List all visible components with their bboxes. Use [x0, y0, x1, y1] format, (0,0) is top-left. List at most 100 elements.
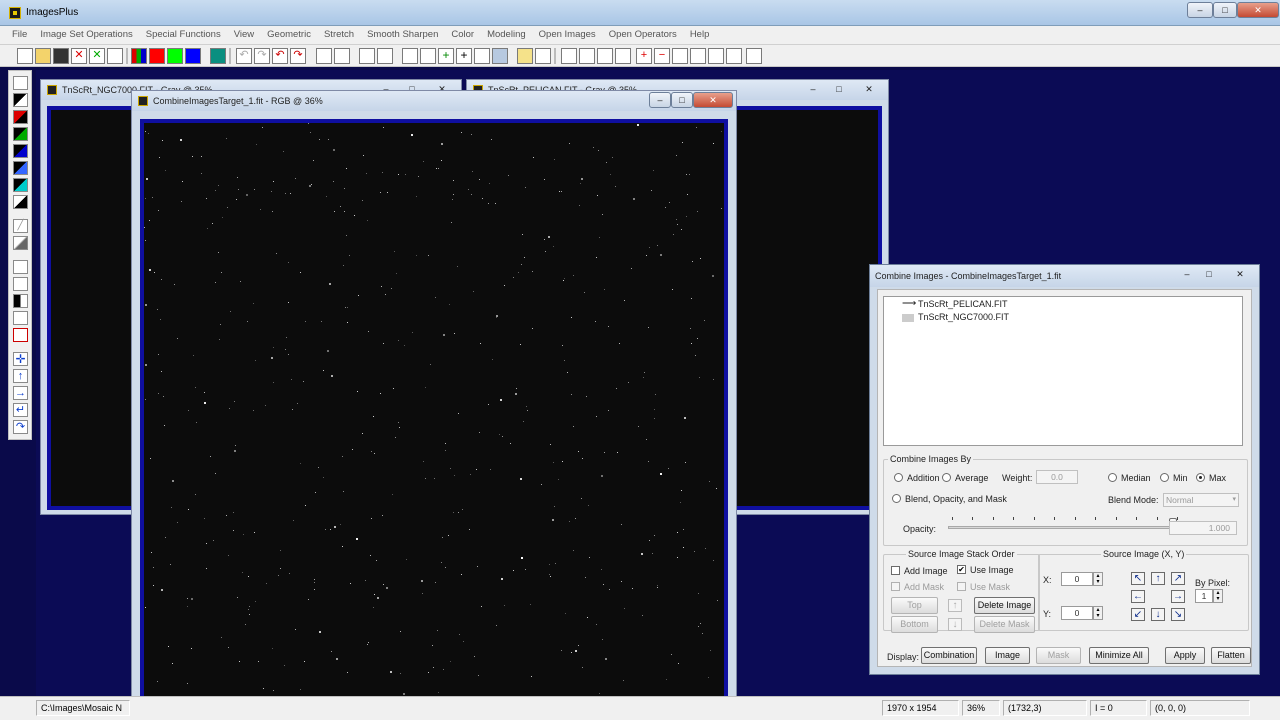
layer-mix-icon[interactable]: [13, 161, 28, 175]
print-icon[interactable]: [107, 48, 123, 64]
select-region-icon[interactable]: [13, 328, 28, 342]
red-channel-icon[interactable]: [149, 48, 165, 64]
image-window-combine-target[interactable]: CombineImagesTarget_1.fit - RGB @ 36% – …: [131, 90, 737, 712]
blue-layer-icon[interactable]: [13, 144, 28, 158]
delete-mask-button[interactable]: Delete Mask: [974, 616, 1035, 633]
addition-radio[interactable]: [894, 473, 903, 482]
flatten-button[interactable]: Flatten: [1211, 647, 1251, 664]
min-radio[interactable]: [1160, 473, 1169, 482]
y-input[interactable]: 0: [1061, 606, 1093, 620]
menu-modeling[interactable]: Modeling: [481, 26, 533, 44]
x-spinner[interactable]: ▴ ▾: [1093, 572, 1103, 586]
menu-open-operators[interactable]: Open Operators: [603, 26, 684, 44]
save-icon[interactable]: [53, 48, 69, 64]
undo-disabled-icon[interactable]: ↶: [236, 48, 252, 64]
undo-icon[interactable]: ↶: [272, 48, 288, 64]
bottom-button[interactable]: Bottom: [891, 616, 938, 633]
table-icon[interactable]: [535, 48, 551, 64]
maximize-icon[interactable]: □: [671, 92, 693, 108]
frame-1-icon[interactable]: [672, 48, 688, 64]
minimize-icon[interactable]: –: [1187, 2, 1213, 18]
frame-2-icon[interactable]: [690, 48, 706, 64]
use-image-checkbox[interactable]: ✔: [957, 565, 966, 574]
nudge-down-icon[interactable]: ↓: [1151, 608, 1165, 621]
nudge-left-icon[interactable]: ←: [1131, 590, 1145, 603]
rotate-left-icon[interactable]: ↵: [13, 403, 28, 417]
menu-special-functions[interactable]: Special Functions: [140, 26, 228, 44]
arrow-right-icon[interactable]: →: [13, 386, 28, 400]
menu-file[interactable]: File: [6, 26, 34, 44]
median-radio[interactable]: [1108, 473, 1117, 482]
nudge-up-icon[interactable]: ↑: [1151, 572, 1165, 585]
star-select-icon[interactable]: [316, 48, 332, 64]
close-icon[interactable]: ✕: [1237, 2, 1279, 18]
align-points-icon[interactable]: [377, 48, 393, 64]
delete-image-button[interactable]: Delete Image: [974, 597, 1035, 614]
rgb-channels-icon[interactable]: [131, 48, 147, 64]
tree-item-ngc7000[interactable]: TnScRt_NGC7000.FIT: [894, 312, 1009, 324]
menu-color[interactable]: Color: [445, 26, 481, 44]
y-spinner[interactable]: ▴ ▾: [1093, 606, 1103, 620]
cyan-layer-icon[interactable]: [13, 178, 28, 192]
by-pixel-spinner[interactable]: ▴ ▾: [1213, 589, 1223, 603]
invert-icon[interactable]: [13, 93, 28, 107]
minimize-all-button[interactable]: Minimize All: [1089, 647, 1149, 664]
close-icon[interactable]: ✕: [693, 92, 733, 108]
add-image-checkbox[interactable]: [891, 566, 900, 575]
tree-item-pelican[interactable]: ⟶ TnScRt_PELICAN.FIT: [894, 299, 1008, 311]
rotate-right-icon[interactable]: ↷: [13, 420, 28, 434]
zoom-plus-icon[interactable]: +: [636, 48, 652, 64]
close-all-icon[interactable]: ✕: [89, 48, 105, 64]
image-window-titlebar[interactable]: CombineImagesTarget_1.fit - RGB @ 36% – …: [132, 91, 736, 111]
open-folder-icon[interactable]: [35, 48, 51, 64]
crosshair-alt-icon[interactable]: +: [456, 48, 472, 64]
zoom-out-icon[interactable]: [579, 48, 595, 64]
use-mask-checkbox[interactable]: [957, 582, 966, 591]
redo-icon[interactable]: ↷: [290, 48, 306, 64]
nudge-right-icon[interactable]: →: [1171, 590, 1185, 603]
nudge-down-right-icon[interactable]: ↘: [1171, 608, 1185, 621]
split-view-icon[interactable]: [13, 294, 28, 308]
frame-5-icon[interactable]: [746, 48, 762, 64]
gradient-icon[interactable]: [13, 236, 28, 250]
histogram-icon[interactable]: [402, 48, 418, 64]
contrast-icon[interactable]: [13, 311, 28, 325]
red-layer-icon[interactable]: [13, 110, 28, 124]
move-icon[interactable]: ✛: [13, 352, 28, 366]
crosshair-icon[interactable]: +: [438, 48, 454, 64]
maximize-icon[interactable]: □: [1198, 266, 1220, 282]
green-channel-icon[interactable]: [167, 48, 183, 64]
grid-icon[interactable]: [474, 48, 490, 64]
frame-4-icon[interactable]: [726, 48, 742, 64]
nudge-down-left-icon[interactable]: ↙: [1131, 608, 1145, 621]
mask-button[interactable]: Mask: [1036, 647, 1081, 664]
close-image-icon[interactable]: ✕: [71, 48, 87, 64]
arrow-up-icon[interactable]: ↑: [13, 369, 28, 383]
menu-image-set-operations[interactable]: Image Set Operations: [34, 26, 139, 44]
image-button[interactable]: Image: [985, 647, 1030, 664]
x-input[interactable]: 0: [1061, 572, 1093, 586]
average-radio[interactable]: [942, 473, 951, 482]
menu-help[interactable]: Help: [684, 26, 717, 44]
menu-view[interactable]: View: [228, 26, 261, 44]
mono-layer-icon[interactable]: [13, 195, 28, 209]
pencil-icon[interactable]: [517, 48, 533, 64]
minimize-icon[interactable]: –: [1176, 266, 1198, 282]
top-button[interactable]: Top: [891, 597, 938, 614]
maximize-icon[interactable]: □: [826, 81, 852, 97]
close-icon[interactable]: ✕: [852, 81, 886, 97]
opacity-slider[interactable]: [948, 526, 1181, 529]
opacity-input[interactable]: 1.000: [1169, 521, 1237, 535]
minimize-icon[interactable]: –: [800, 81, 826, 97]
menu-stretch[interactable]: Stretch: [318, 26, 361, 44]
frame-tool-icon[interactable]: [13, 260, 28, 274]
add-mask-checkbox[interactable]: [891, 582, 900, 591]
by-pixel-input[interactable]: 1: [1195, 589, 1213, 603]
blue-channel-icon[interactable]: [185, 48, 201, 64]
dots-icon[interactable]: [359, 48, 375, 64]
combination-button[interactable]: Combination: [921, 647, 977, 664]
zoom-in-icon[interactable]: [561, 48, 577, 64]
frame-3-icon[interactable]: [708, 48, 724, 64]
brush-disabled-icon[interactable]: ╱: [13, 219, 28, 233]
menu-geometric[interactable]: Geometric: [261, 26, 318, 44]
